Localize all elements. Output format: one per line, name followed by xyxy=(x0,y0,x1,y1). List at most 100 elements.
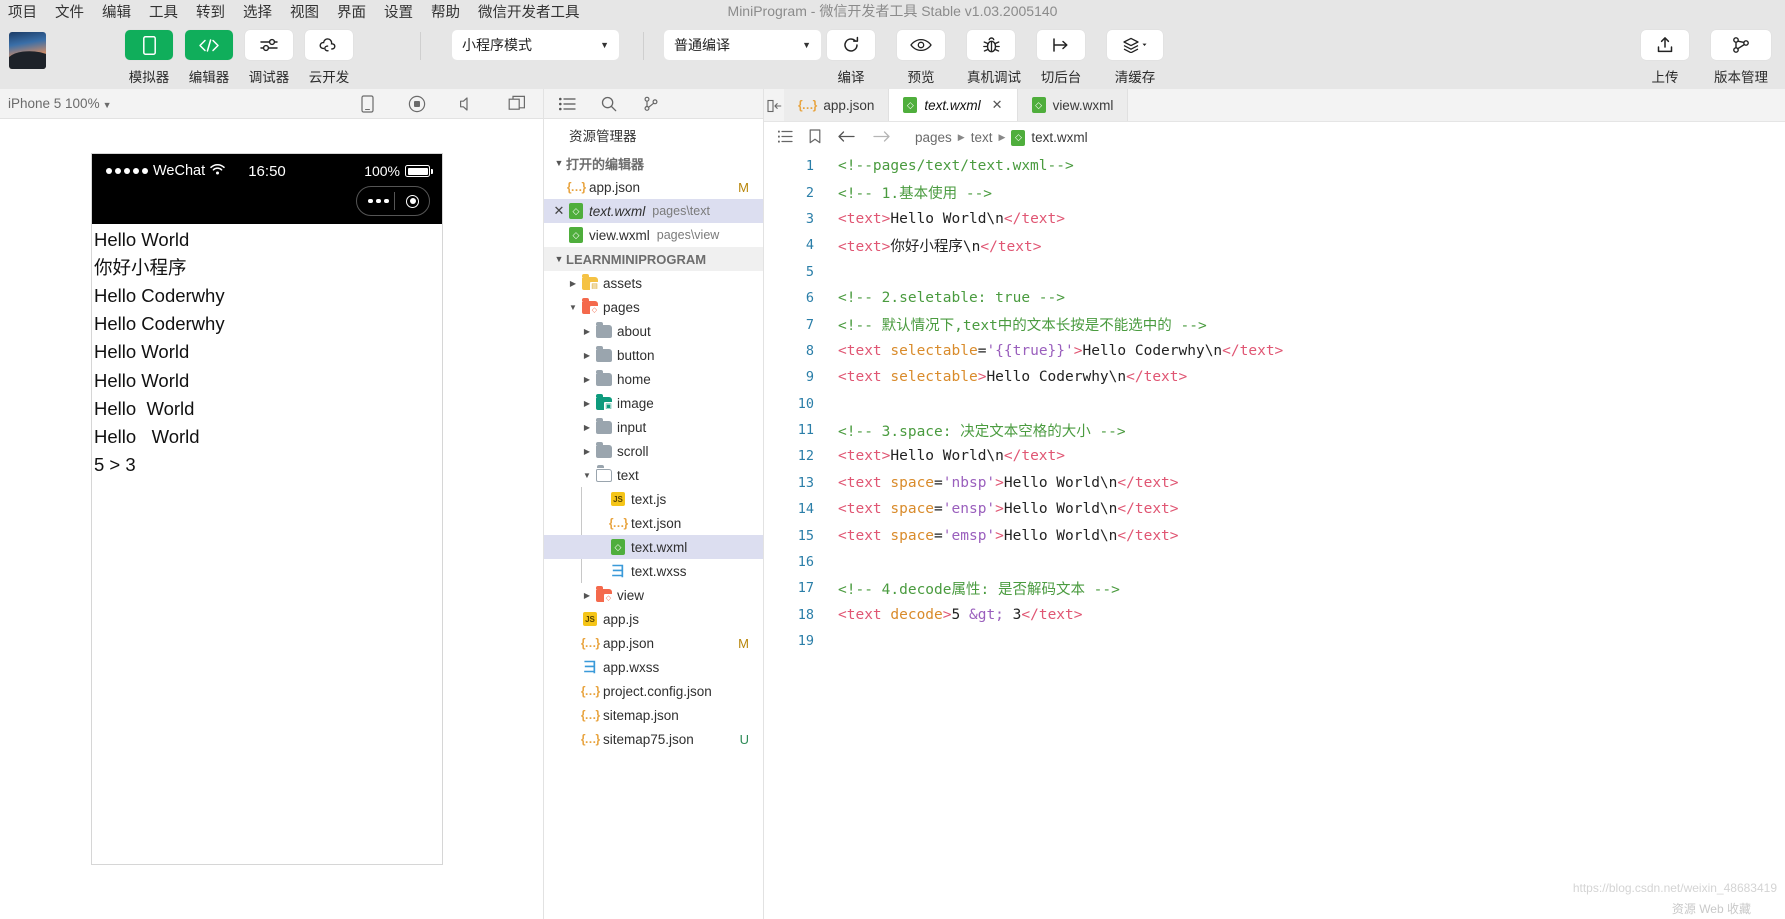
tree-item-label: assets xyxy=(603,275,643,291)
menu-item-help[interactable]: 帮助 xyxy=(422,1,469,22)
capsule-menu[interactable] xyxy=(356,186,430,216)
editor-tab-label: text.wxml xyxy=(924,97,981,113)
search-icon[interactable] xyxy=(600,95,618,113)
tree-item-text[interactable]: ▼ text xyxy=(544,463,763,487)
editor-tab-text-wxml[interactable]: text.wxml ✕ xyxy=(889,89,1018,121)
tree-item-sitemap-json[interactable]: {…} sitemap.json xyxy=(544,703,763,727)
cloud-dev-button[interactable]: 云开发 xyxy=(305,30,353,86)
back-arrow-icon[interactable] xyxy=(837,130,856,146)
split-editor-icon[interactable] xyxy=(764,89,784,122)
branch-icon[interactable] xyxy=(642,95,660,113)
close-icon[interactable]: ✕ xyxy=(992,97,1003,113)
chevron-down-icon[interactable]: ▼ xyxy=(580,471,594,480)
simulator-button[interactable]: 模拟器 xyxy=(125,30,173,86)
editor-tab-app-json[interactable]: {…} app.json xyxy=(784,89,890,121)
tree-item-home[interactable]: ▶ home xyxy=(544,367,763,391)
open-editors-header[interactable]: ▼ 打开的编辑器 xyxy=(544,151,763,175)
code-line-content: <text space='nbsp'>Hello World\n</text> xyxy=(828,475,1179,491)
record-icon[interactable] xyxy=(407,94,427,114)
upload-button[interactable]: 上传 xyxy=(1641,30,1689,86)
forward-arrow-icon[interactable] xyxy=(872,130,891,146)
compile-select[interactable]: 普通编译 ▼ xyxy=(664,30,821,60)
editor-button[interactable]: 编辑器 xyxy=(185,30,233,86)
menu-item-edit[interactable]: 编辑 xyxy=(93,1,140,22)
code-editor[interactable]: 1 <!--pages/text/text.wxml--> 2 <!-- 1.基本使用… xyxy=(764,153,1785,919)
tree-item-scroll[interactable]: ▶ scroll xyxy=(544,439,763,463)
chevron-right-icon[interactable]: ▶ xyxy=(580,327,594,336)
tree-item-about[interactable]: ▶ about xyxy=(544,319,763,343)
menu-item-select[interactable]: 选择 xyxy=(234,1,281,22)
menu-item-settings[interactable]: 设置 xyxy=(375,1,422,22)
tree-item-text-js[interactable]: JS text.js xyxy=(544,487,763,511)
tree-item-app-js[interactable]: JS app.js xyxy=(544,607,763,631)
sim-text-line: Hello Coderwhy xyxy=(94,285,225,307)
device-icon[interactable] xyxy=(357,94,377,114)
chevron-down-icon[interactable]: ▼ xyxy=(566,303,580,312)
mode-select[interactable]: 小程序模式 ▼ xyxy=(452,30,619,60)
tree-item-app-wxss[interactable]: 彐 app.wxss xyxy=(544,655,763,679)
debugger-button[interactable]: 调试器 xyxy=(245,30,293,86)
breadcrumb-part[interactable]: text.wxml xyxy=(1031,130,1087,145)
tree-item-label: text.wxss xyxy=(631,563,687,579)
tree-item-text-wxss[interactable]: 彐 text.wxss xyxy=(544,559,763,583)
menu-item-project[interactable]: 项目 xyxy=(0,1,46,22)
outline-icon[interactable] xyxy=(778,130,793,146)
volume-icon[interactable] xyxy=(457,94,477,114)
menu-item-interface[interactable]: 界面 xyxy=(328,1,375,22)
window-icon[interactable] xyxy=(507,94,527,114)
tree-item-app-json[interactable]: {…} app.json M xyxy=(544,631,763,655)
editor-tab-bar: {…} app.json text.wxml ✕ view.wxml xyxy=(764,89,1785,122)
code-token: <!-- 3.space: 决定文本空格的大小 --> xyxy=(838,423,1126,440)
tree-item-sitemap75-json[interactable]: {…} sitemap75.json U xyxy=(544,727,763,751)
open-editor-item[interactable]: view.wxml pages\view xyxy=(544,223,763,247)
device-selector[interactable]: iPhone 5 100% ▼ xyxy=(8,96,112,111)
open-editor-item[interactable]: ✕ text.wxml pages\text xyxy=(544,199,763,223)
menu-item-tools[interactable]: 工具 xyxy=(140,1,187,22)
editor-tab-view-wxml[interactable]: view.wxml xyxy=(1017,89,1129,121)
code-token: <!-- 4.decode属性: 是否解码文本 --> xyxy=(838,581,1120,598)
project-root-header[interactable]: ▼ LEARNMINIPROGRAM xyxy=(544,247,763,271)
preview-button[interactable]: 预览 xyxy=(897,30,945,86)
close-circle-icon[interactable] xyxy=(406,194,419,208)
real-device-debug-button[interactable]: 真机调试 xyxy=(967,30,1021,86)
chevron-right-icon[interactable]: ▶ xyxy=(580,351,594,360)
background-button[interactable]: 切后台 xyxy=(1037,30,1085,86)
tree-item-text-wxml[interactable]: text.wxml xyxy=(544,535,763,559)
tree-item-label: text xyxy=(617,467,639,483)
menu-item-view[interactable]: 视图 xyxy=(281,1,328,22)
chevron-right-icon[interactable]: ▶ xyxy=(580,399,594,408)
code-token: space xyxy=(890,527,935,544)
tree-item-assets[interactable]: ▶ ▤ assets xyxy=(544,271,763,295)
code-token: Hello Coderwhy\n xyxy=(1082,342,1223,359)
close-icon[interactable]: ✕ xyxy=(552,203,566,219)
tree-item-project-config[interactable]: {…} project.config.json xyxy=(544,679,763,703)
chevron-right-icon[interactable]: ▶ xyxy=(566,279,580,288)
chevron-right-icon[interactable]: ▶ xyxy=(580,423,594,432)
version-control-button[interactable]: 版本管理 xyxy=(1711,30,1771,86)
breadcrumb-part[interactable]: text xyxy=(971,130,993,145)
code-token: <text xyxy=(838,501,891,518)
tree-item-pages[interactable]: ▼ ◇ pages xyxy=(544,295,763,319)
tree-item-input[interactable]: ▶ input xyxy=(544,415,763,439)
clear-cache-button[interactable]: 清缓存 xyxy=(1107,30,1163,86)
code-token: <text xyxy=(838,474,891,491)
chevron-right-icon[interactable]: ▶ xyxy=(580,447,594,456)
code-token: selectable xyxy=(890,369,978,386)
chevron-right-icon[interactable]: ▶ xyxy=(580,591,594,600)
breadcrumb-part[interactable]: pages xyxy=(915,130,952,145)
tree-item-text-json[interactable]: {…} text.json xyxy=(544,511,763,535)
list-icon[interactable] xyxy=(558,95,576,113)
open-editor-item[interactable]: {…} app.json M xyxy=(544,175,763,199)
tree-item-image[interactable]: ▶ ▣ image xyxy=(544,391,763,415)
code-token: 'nbsp' xyxy=(942,474,996,491)
chevron-right-icon[interactable]: ▶ xyxy=(580,375,594,384)
menu-item-devtools[interactable]: 微信开发者工具 xyxy=(469,1,589,22)
tree-item-button[interactable]: ▶ button xyxy=(544,343,763,367)
json-icon: {…} xyxy=(608,516,628,530)
bookmark-icon[interactable] xyxy=(809,128,821,147)
tree-item-view[interactable]: ▶ ◇ view xyxy=(544,583,763,607)
project-avatar[interactable] xyxy=(9,32,46,69)
menu-item-file[interactable]: 文件 xyxy=(46,1,93,22)
compile-button[interactable]: 编译 xyxy=(827,30,875,86)
menu-item-goto[interactable]: 转到 xyxy=(187,1,234,22)
